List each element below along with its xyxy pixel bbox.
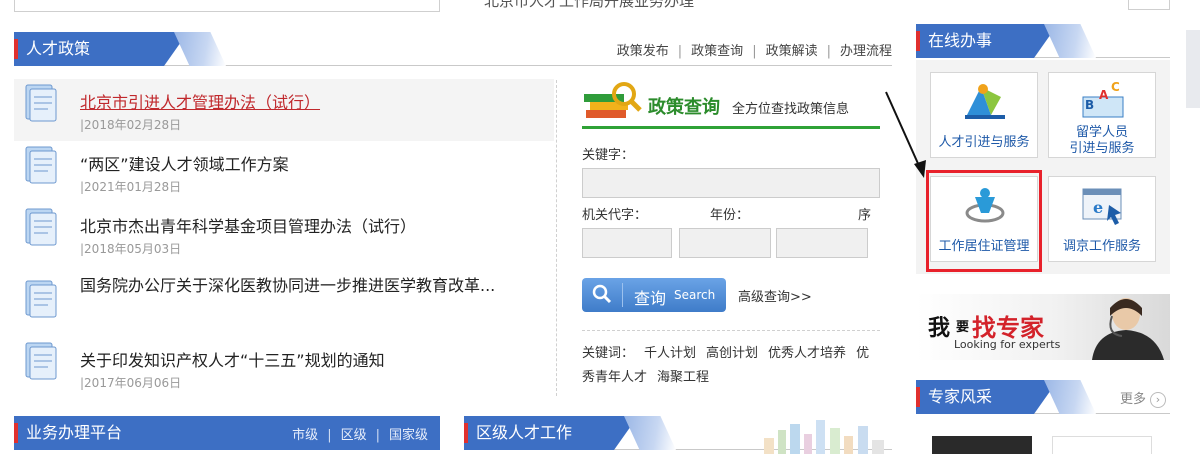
transfer-to-beijing-service[interactable]: e 调京工作服务: [1048, 176, 1156, 262]
policy-item-title[interactable]: 北京市引进人才管理办法（试行）: [80, 89, 320, 113]
dashed-divider: [582, 330, 880, 331]
list-item[interactable]: “两区”建设人才领域工作方案 |2021年01月28日: [14, 141, 554, 203]
highlight-box: [926, 170, 1042, 272]
policy-item-title[interactable]: 北京市杰出青年科学基金项目管理办法（试行）: [80, 213, 416, 237]
search-button[interactable]: 查询 Search: [582, 278, 726, 312]
advanced-search-link[interactable]: 高级查询>>: [738, 286, 812, 305]
column-divider: [556, 80, 557, 396]
browser-window-icon: e: [1082, 188, 1122, 225]
policy-query-underline: [582, 126, 880, 129]
search-button-label-en: Search: [674, 288, 716, 302]
list-item[interactable]: 北京市杰出青年科学基金项目管理办法（试行） |2018年05月03日: [14, 203, 554, 265]
link-policy-query[interactable]: 政策查询: [691, 44, 743, 59]
banner-word-1: 我: [928, 316, 951, 341]
agency-code-label: 机关代字：: [582, 208, 648, 223]
policy-item-date: |2017年06月06日: [80, 376, 182, 390]
policy-item-title[interactable]: 国务院办公厅关于深化医教协同进一步推进医学教育改革...: [80, 275, 520, 297]
keyword-link[interactable]: 千人计划: [644, 346, 696, 361]
search-button-label: 查询: [634, 289, 667, 308]
keyword-link[interactable]: 高创计划: [706, 346, 758, 361]
headset-person-image: [1092, 298, 1164, 360]
link-district-level[interactable]: 区级: [341, 428, 367, 443]
banner-word-2: 要: [956, 320, 970, 335]
service-label: 留学人员: [1075, 125, 1128, 140]
service-label: 引进与服务: [1069, 141, 1135, 156]
list-item[interactable]: 北京市引进人才管理办法（试行） |2018年02月28日: [14, 79, 554, 141]
year-input[interactable]: [679, 228, 771, 258]
talent-introduction-icon: [965, 84, 1005, 119]
year-label: 年份：: [710, 208, 750, 223]
search-icon: [592, 284, 612, 304]
document-icon: [25, 280, 57, 318]
district-talent-title: 区级人才工作: [464, 416, 572, 450]
document-icon: [25, 84, 57, 122]
expert-photo[interactable]: [1052, 436, 1152, 454]
policy-query-subtitle: 全方位查找政策信息: [732, 102, 850, 117]
skyline-decoration: [764, 420, 884, 454]
link-city-level[interactable]: 市级: [292, 428, 318, 443]
more-label: 更多: [1119, 392, 1146, 407]
document-icon: [25, 146, 57, 184]
link-policy-release[interactable]: 政策发布: [617, 44, 669, 59]
talent-policy-links: 政策发布 | 政策查询 | 政策解读 | 办理流程: [616, 44, 892, 59]
keywords-label: 关键词：: [582, 346, 635, 361]
policy-query-title: 政策查询: [648, 97, 720, 118]
find-expert-banner[interactable]: 我 要 找专家 Looking for experts: [916, 294, 1170, 360]
red-arrow-annotation: [885, 91, 926, 178]
svg-text:e: e: [1093, 198, 1103, 217]
svg-text:C: C: [1111, 80, 1120, 94]
document-icon: [25, 208, 57, 246]
serial-input[interactable]: [776, 228, 868, 258]
policy-item-date: |2021年01月28日: [80, 180, 182, 194]
policy-item-date: |2018年02月28日: [80, 118, 182, 132]
svg-text:A: A: [1099, 88, 1109, 102]
link-procedure[interactable]: 办理流程: [840, 44, 892, 59]
overseas-students-service[interactable]: B A C 留学人员 引进与服务: [1048, 72, 1156, 158]
expert-demeanor-title: 专家风采: [916, 380, 992, 414]
top-right-box-fragment: [1128, 0, 1170, 10]
policy-item-title[interactable]: “两区”建设人才领域工作方案: [80, 151, 289, 175]
keyword-label: 关键字：: [582, 148, 635, 163]
document-icon: [25, 342, 57, 380]
keyword-link[interactable]: 海聚工程: [657, 370, 709, 385]
business-platform-title: 业务办理平台: [14, 416, 122, 450]
talent-policy-header: 人才政策 政策发布 | 政策查询 | 政策解读 | 办理流程: [14, 32, 892, 66]
talent-policy-title: 人才政策: [14, 32, 90, 66]
policy-item-title[interactable]: 关于印发知识产权人才“十三五”规划的通知: [80, 347, 385, 371]
keyword-input[interactable]: [582, 168, 880, 198]
agency-code-input[interactable]: [582, 228, 672, 258]
service-label: 人才引进与服务: [938, 135, 1030, 150]
more-link[interactable]: 更多 ›: [1120, 388, 1166, 408]
keywords-row: 关键词： 千人计划 高创计划 优秀人才培养 优秀青年人才 海聚工程: [582, 342, 882, 390]
serial-label: 序: [858, 208, 872, 223]
list-item[interactable]: 国务院办公厅关于深化医教协同进一步推进医学教育改革...: [14, 275, 554, 339]
books-icon: [584, 82, 642, 118]
link-national-level[interactable]: 国家级: [389, 428, 428, 443]
expert-demeanor-header: 专家风采 更多 ›: [916, 380, 1170, 454]
service-label: 调京工作服务: [1062, 239, 1141, 254]
svg-text:B: B: [1085, 98, 1094, 112]
online-service-title: 在线办事: [916, 24, 992, 58]
expert-photo[interactable]: [932, 436, 1032, 454]
talent-introduction-service[interactable]: 人才引进与服务: [930, 72, 1038, 158]
abc-book-icon: B A C: [1082, 80, 1124, 118]
link-policy-interpretation[interactable]: 政策解读: [766, 44, 818, 59]
district-talent-header: 区级人才工作: [464, 416, 892, 454]
business-platform-links: 市级 | 区级 | 国家级: [292, 428, 428, 443]
right-edge-panel: [1186, 30, 1200, 108]
policy-item-date: |2018年05月03日: [80, 242, 182, 256]
keyword-link[interactable]: 优秀人才培养: [768, 346, 846, 361]
top-search-box-fragment: [14, 0, 440, 12]
banner-subtitle: Looking for experts: [954, 338, 1061, 351]
online-service-header: 在线办事: [916, 24, 1170, 58]
business-platform-header: 业务办理平台 市级 | 区级 | 国家级: [14, 416, 440, 450]
chevron-right-icon: ›: [1150, 392, 1166, 408]
list-item[interactable]: 关于印发知识产权人才“十三五”规划的通知 |2017年06月06日: [14, 337, 554, 399]
top-cut-text: 北京市人才工作局开展业务办理: [484, 0, 695, 10]
